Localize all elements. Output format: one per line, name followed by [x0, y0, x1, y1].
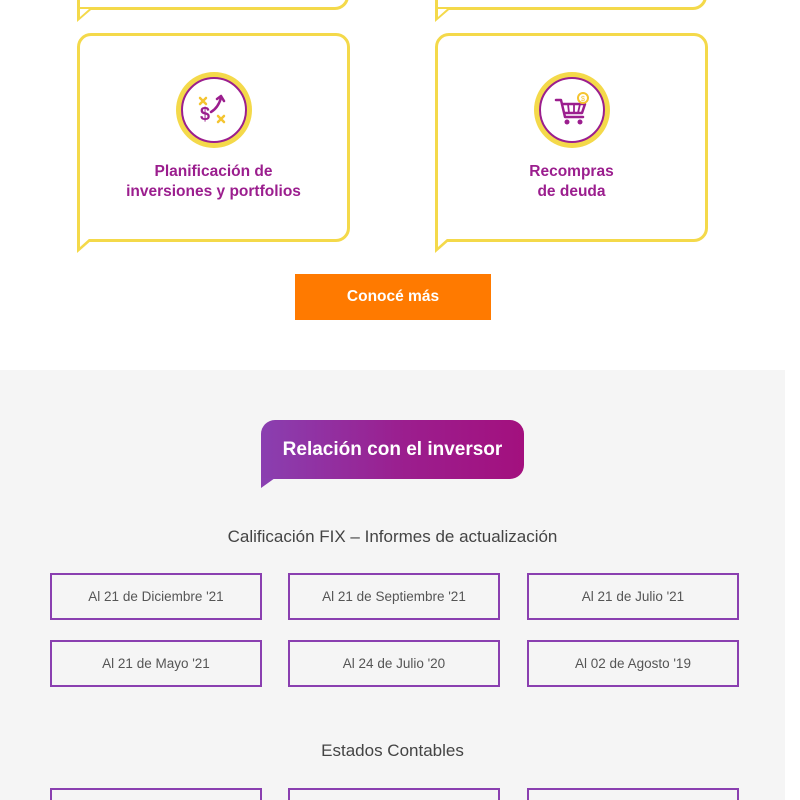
service-card-title: Recompras de deuda — [529, 163, 614, 200]
financial-statements-heading: Estados Contables — [321, 741, 464, 760]
investor-relations-section: Relación con el inversor Calificación FI… — [0, 370, 785, 800]
card-tail — [438, 238, 448, 247]
rating-reports-heading: Calificación FIX – Informes de actualiza… — [227, 527, 558, 546]
financial-statement-link[interactable] — [288, 788, 500, 800]
service-card-title: Planificación de inversiones y portfolio… — [126, 163, 301, 200]
services-section: $ Planificación de inversiones y portfol… — [0, 0, 785, 370]
rating-report-link[interactable]: Al 21 de Diciembre '21 — [50, 573, 262, 620]
service-card-investment-planning[interactable]: $ Planificación de inversiones y portfol… — [77, 33, 350, 242]
investor-relations-title: Relación con el inversor — [261, 420, 524, 479]
card-tail — [438, 9, 447, 17]
svg-text:$: $ — [200, 104, 210, 124]
shopping-cart-icon: $ — [533, 72, 610, 148]
service-card-partial — [77, 0, 349, 10]
investor-relations-title-badge: Relación con el inversor — [261, 420, 524, 488]
investment-planning-icon: $ — [175, 72, 252, 148]
rating-report-link[interactable]: Al 21 de Mayo '21 — [50, 640, 262, 687]
financial-statement-link[interactable] — [527, 788, 739, 800]
rating-report-link[interactable]: Al 02 de Agosto '19 — [527, 640, 739, 687]
svg-text:$: $ — [581, 96, 585, 103]
financial-statement-link[interactable] — [50, 788, 262, 800]
page-scrollbar[interactable] — [785, 0, 800, 800]
service-card-partial — [435, 0, 707, 10]
card-tail — [80, 238, 90, 247]
learn-more-button[interactable]: Conocé más — [295, 274, 491, 320]
rating-report-link[interactable]: Al 24 de Julio '20 — [288, 640, 500, 687]
service-card-debt-buyback[interactable]: $ Recompras de deuda — [435, 33, 708, 242]
title-badge-tail — [261, 478, 275, 488]
rating-report-link[interactable]: Al 21 de Julio '21 — [527, 573, 739, 620]
rating-report-link[interactable]: Al 21 de Septiembre '21 — [288, 573, 500, 620]
card-tail — [80, 9, 89, 17]
